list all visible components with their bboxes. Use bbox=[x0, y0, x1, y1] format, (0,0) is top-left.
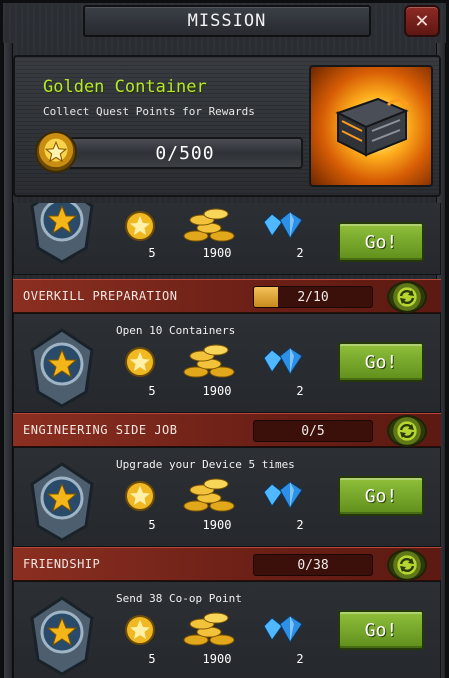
refresh-button[interactable] bbox=[387, 415, 427, 447]
medal-reward: 5 bbox=[118, 210, 168, 268]
medal-reward-amount: 5 bbox=[148, 652, 156, 666]
go-button[interactable]: Go! bbox=[338, 222, 424, 262]
mission-body: Open 10 Containers 5 1900 2 Go! bbox=[13, 313, 441, 413]
mission-description: Upgrade your Device 5 times bbox=[116, 458, 295, 471]
title-bar: MISSION bbox=[83, 5, 371, 37]
coins-reward-amount: 1900 bbox=[202, 652, 232, 666]
mission-progress: 0/5 bbox=[253, 420, 373, 442]
rank-badge-icon bbox=[30, 596, 94, 676]
gems-reward-amount: 2 bbox=[296, 518, 304, 532]
rank-badge-icon bbox=[30, 203, 94, 264]
medal-reward-amount: 5 bbox=[148, 518, 156, 532]
mission-header: FRIENDSHIP 0/38 bbox=[13, 547, 441, 581]
mission-header: OVERKILL PREPARATION 2/10 bbox=[13, 279, 441, 313]
mission-progress: 2/10 bbox=[253, 286, 373, 308]
medal-reward: 5 bbox=[118, 480, 168, 538]
close-icon: ✕ bbox=[415, 8, 429, 33]
gems-reward-amount: 2 bbox=[296, 384, 304, 398]
gems-reward: 2 bbox=[254, 614, 314, 672]
mission-window: MISSION ✕ Golden Container Collect Quest… bbox=[0, 0, 449, 678]
header-subtitle: Collect Quest Points for Rewards bbox=[43, 105, 255, 118]
header-title: Golden Container bbox=[43, 77, 207, 97]
mission-name: OVERKILL PREPARATION bbox=[23, 289, 178, 303]
rank-badge-icon bbox=[30, 328, 94, 408]
gems-reward: 2 bbox=[254, 210, 314, 268]
go-button[interactable]: Go! bbox=[338, 476, 424, 516]
coins-reward: 1900 bbox=[176, 206, 246, 268]
gems-reward: 2 bbox=[254, 346, 314, 404]
coins-reward-amount: 1900 bbox=[202, 246, 232, 260]
mission-progress: 0/38 bbox=[253, 554, 373, 576]
blue-gems-icon bbox=[263, 347, 303, 375]
mission-description: Open 10 Containers bbox=[116, 324, 236, 337]
blue-gems-icon bbox=[263, 615, 303, 643]
coins-reward-amount: 1900 bbox=[202, 384, 232, 398]
window-title: MISSION bbox=[187, 11, 267, 31]
coins-reward: 1900 bbox=[176, 476, 246, 538]
mission-progress-text: 0/5 bbox=[301, 423, 325, 439]
left-frame-rail bbox=[3, 43, 13, 678]
mission-progress-text: 0/38 bbox=[297, 557, 329, 573]
go-button-label: Go! bbox=[364, 351, 398, 373]
blue-gems-icon bbox=[263, 481, 303, 509]
mission-list[interactable]: 5 1900 2 Go! OVERKILL PREPARATION 2/10 O… bbox=[13, 203, 441, 678]
quest-medal-icon bbox=[125, 615, 155, 645]
medal-reward-amount: 5 bbox=[148, 246, 156, 260]
rank-badge-icon bbox=[30, 462, 94, 542]
go-button-label: Go! bbox=[364, 619, 398, 641]
mission-description: Send 38 Co-op Point bbox=[116, 592, 242, 605]
quest-points-progress-bar: 0/500 bbox=[67, 137, 303, 169]
gems-reward: 2 bbox=[254, 480, 314, 538]
refresh-button[interactable] bbox=[387, 281, 427, 313]
blue-gems-icon bbox=[263, 211, 303, 239]
mission-body: Send 38 Co-op Point 5 1900 2 Go! bbox=[13, 581, 441, 678]
quest-points-progress-text: 0/500 bbox=[155, 142, 215, 164]
go-button[interactable]: Go! bbox=[338, 342, 424, 382]
refresh-button[interactable] bbox=[387, 549, 427, 581]
go-button[interactable]: Go! bbox=[338, 610, 424, 650]
golden-container-icon[interactable] bbox=[309, 65, 433, 187]
gems-reward-amount: 2 bbox=[296, 246, 304, 260]
quest-medal-icon bbox=[125, 211, 155, 241]
gold-coins-icon bbox=[183, 612, 235, 646]
gold-coins-icon bbox=[183, 208, 235, 242]
coins-reward: 1900 bbox=[176, 342, 246, 404]
mission-name: FRIENDSHIP bbox=[23, 557, 101, 571]
refresh-icon bbox=[399, 289, 415, 305]
refresh-icon bbox=[399, 557, 415, 573]
quest-medal-icon bbox=[35, 131, 77, 173]
gold-coins-icon bbox=[183, 344, 235, 378]
mission-body: Upgrade your Device 5 times 5 1900 2 Go! bbox=[13, 447, 441, 547]
quest-medal-icon bbox=[125, 347, 155, 377]
gems-reward-amount: 2 bbox=[296, 652, 304, 666]
golden-container-panel: Golden Container Collect Quest Points fo… bbox=[13, 55, 441, 197]
medal-reward: 5 bbox=[118, 614, 168, 672]
mission-body: 5 1900 2 Go! bbox=[13, 203, 441, 275]
coins-reward: 1900 bbox=[176, 610, 246, 672]
quest-medal-icon bbox=[125, 481, 155, 511]
mission-progress-fill bbox=[254, 287, 278, 307]
mission-header: ENGINEERING SIDE JOB 0/5 bbox=[13, 413, 441, 447]
mission-name: ENGINEERING SIDE JOB bbox=[23, 423, 178, 437]
mission-progress-text: 2/10 bbox=[297, 289, 329, 305]
coins-reward-amount: 1900 bbox=[202, 518, 232, 532]
close-button[interactable]: ✕ bbox=[404, 5, 440, 37]
go-button-label: Go! bbox=[364, 485, 398, 507]
go-button-label: Go! bbox=[364, 231, 398, 253]
refresh-icon bbox=[399, 423, 415, 439]
medal-reward: 5 bbox=[118, 346, 168, 404]
gold-coins-icon bbox=[183, 478, 235, 512]
medal-reward-amount: 5 bbox=[148, 384, 156, 398]
